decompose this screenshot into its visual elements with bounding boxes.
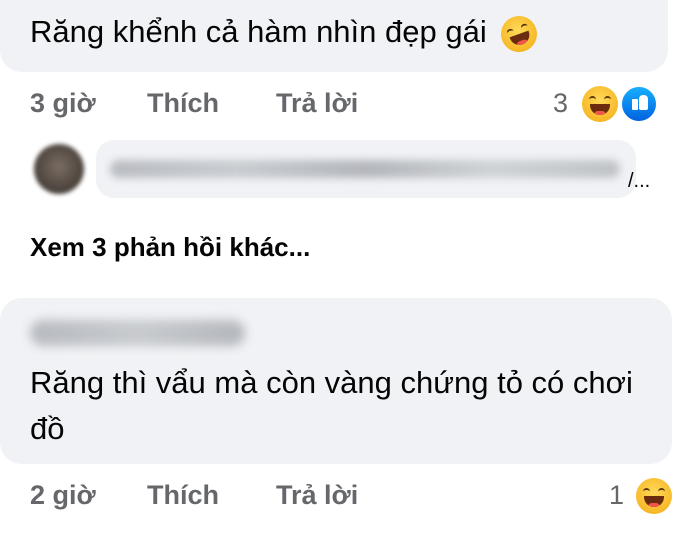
reaction-count[interactable]: 3	[553, 88, 568, 119]
avatar[interactable]	[34, 144, 84, 194]
reaction-count[interactable]: 1	[609, 480, 624, 511]
reply-button[interactable]: Trả lời	[276, 88, 358, 119]
like-button[interactable]: Thích	[147, 480, 219, 511]
like-icon[interactable]	[620, 85, 658, 123]
comment-bubble: Răng thì vẩu mà còn vàng chứng tỏ có chơ…	[0, 298, 672, 464]
blurred-reply-text	[110, 160, 620, 178]
comment-time[interactable]: 3 giờ	[30, 88, 96, 119]
view-more-replies-link[interactable]: Xem 3 phản hồi khác...	[30, 232, 310, 263]
rolling-laughing-emoji-icon	[496, 10, 543, 57]
haha-icon[interactable]	[636, 478, 672, 514]
comment-text: Răng khểnh cả hàm nhìn đẹp gái	[30, 10, 543, 57]
haha-icon[interactable]	[582, 86, 618, 122]
reply-button[interactable]: Trả lời	[276, 480, 358, 511]
comment-text: Răng thì vẩu mà còn vàng chứng tỏ có chơ…	[30, 365, 633, 446]
like-button[interactable]: Thích	[147, 88, 219, 119]
reply-preview[interactable]: /...	[0, 130, 700, 210]
reply-bubble	[96, 140, 636, 198]
comment-bubble: Răng khểnh cả hàm nhìn đẹp gái	[0, 0, 668, 72]
comment-time[interactable]: 2 giờ	[30, 480, 96, 511]
reply-ellipsis: /...	[628, 170, 651, 192]
blurred-author-name[interactable]	[30, 320, 245, 346]
